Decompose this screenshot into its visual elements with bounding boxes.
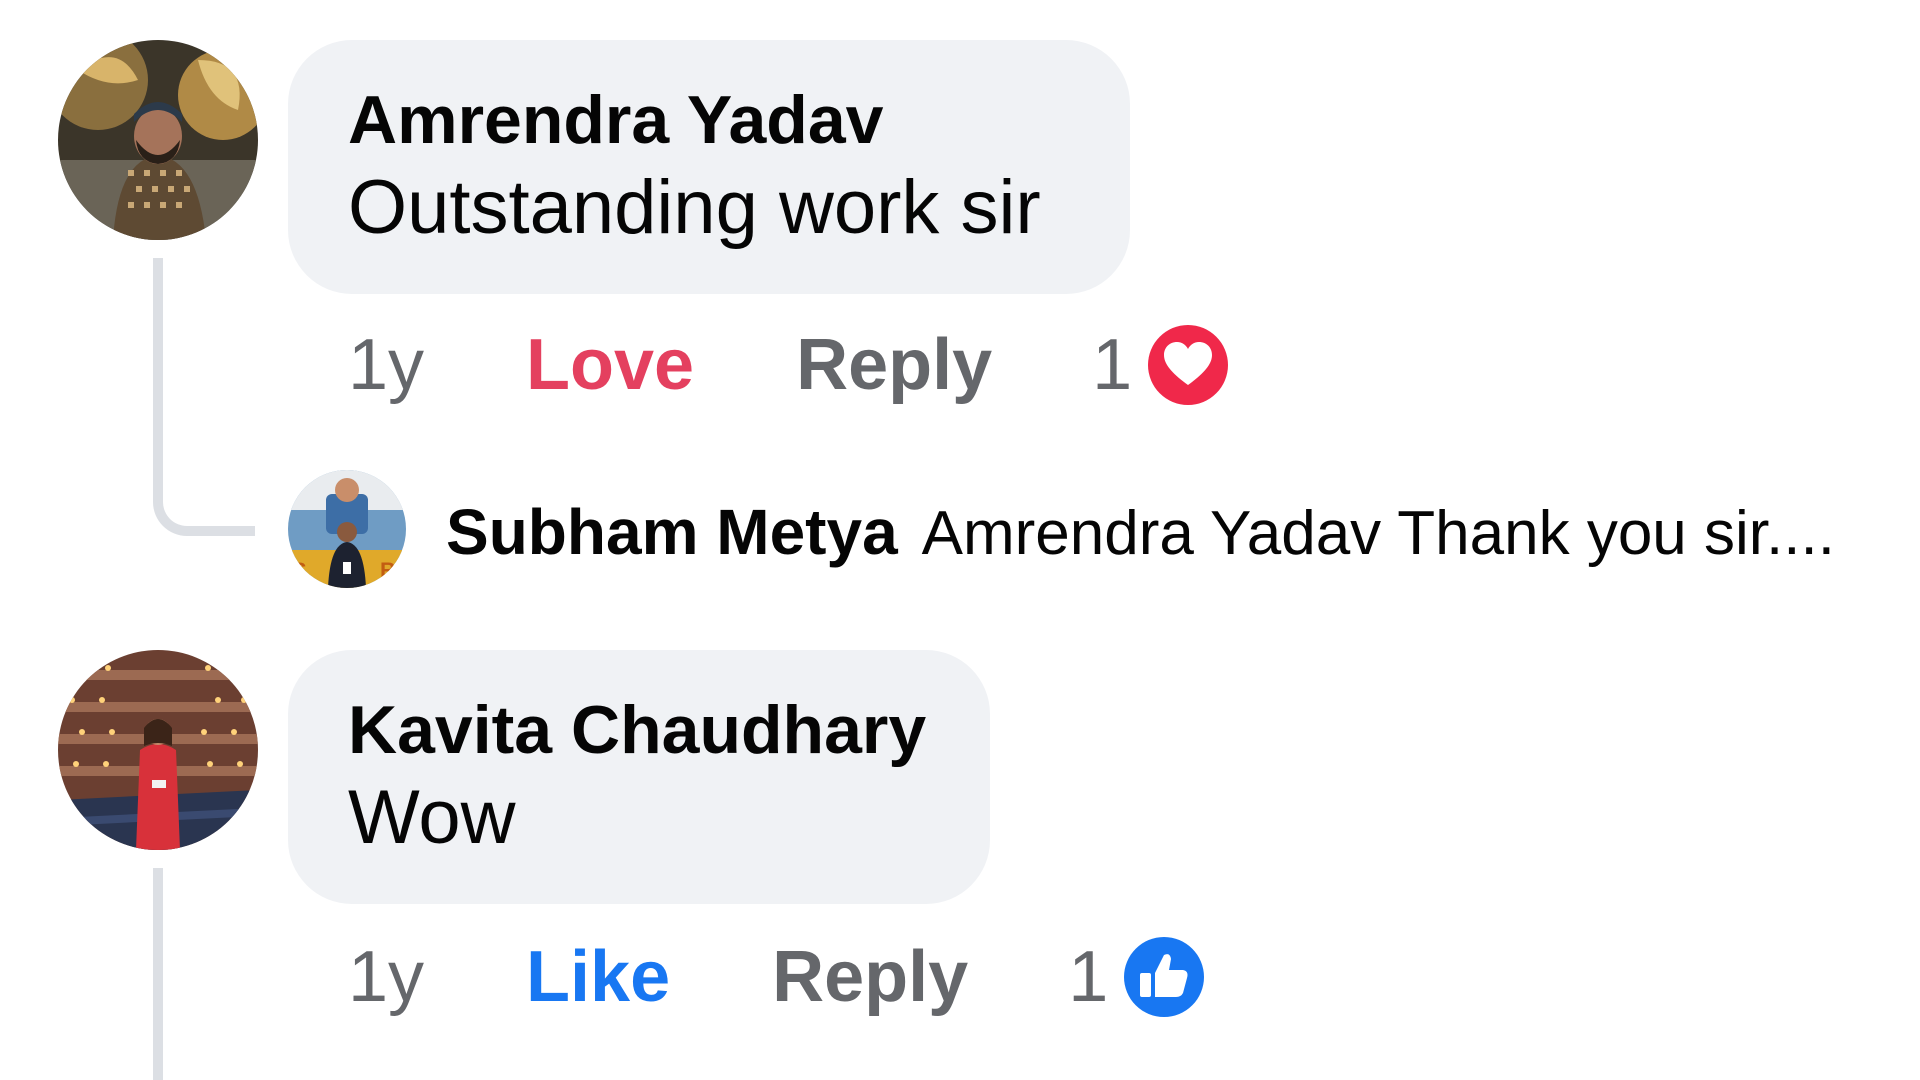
avatar-subham-metya[interactable]: S B (288, 470, 406, 588)
svg-text:B: B (380, 558, 396, 583)
thread-connector (153, 440, 255, 536)
like-button[interactable]: Like (526, 936, 670, 1018)
reaction-count[interactable]: 1 (1068, 936, 1108, 1018)
comment-text: Outstanding work sir (348, 165, 1041, 250)
reply-text: Amrendra Yadav Thank you sir.... (921, 499, 1835, 568)
comment-text: Wow (348, 775, 516, 860)
avatar-kavita-chaudhary[interactable] (58, 650, 258, 850)
comment-bubble: Kavita Chaudhary Wow (288, 650, 990, 904)
comment-actions: 1y Love Reply 1 (348, 320, 1229, 410)
reply-button[interactable]: Reply (772, 936, 968, 1018)
comment-timestamp[interactable]: 1y (348, 936, 424, 1018)
reply-button[interactable]: Reply (796, 324, 992, 406)
comment-actions: 1y Like Reply 1 (348, 932, 1205, 1022)
comment-author[interactable]: Kavita Chaudhary (348, 690, 930, 770)
heart-icon[interactable] (1148, 325, 1229, 405)
love-button[interactable]: Love (526, 324, 694, 406)
comment-author[interactable]: Amrendra Yadav (348, 80, 1070, 160)
thumbs-up-icon[interactable] (1124, 937, 1205, 1017)
reply-author[interactable]: Subham Metya (446, 495, 898, 569)
comment-timestamp[interactable]: 1y (348, 324, 424, 406)
reply-comment: Subham Metya Amrendra Yadav Thank you si… (446, 495, 1835, 569)
comment-bubble: Amrendra Yadav Outstanding work sir (288, 40, 1130, 294)
avatar-amrendra-yadav[interactable] (58, 40, 258, 240)
svg-text:S: S (292, 558, 307, 583)
thread-line (153, 868, 163, 1080)
reaction-count[interactable]: 1 (1092, 324, 1132, 406)
comments-section: Amrendra Yadav Outstanding work sir 1y L… (0, 0, 1920, 1080)
